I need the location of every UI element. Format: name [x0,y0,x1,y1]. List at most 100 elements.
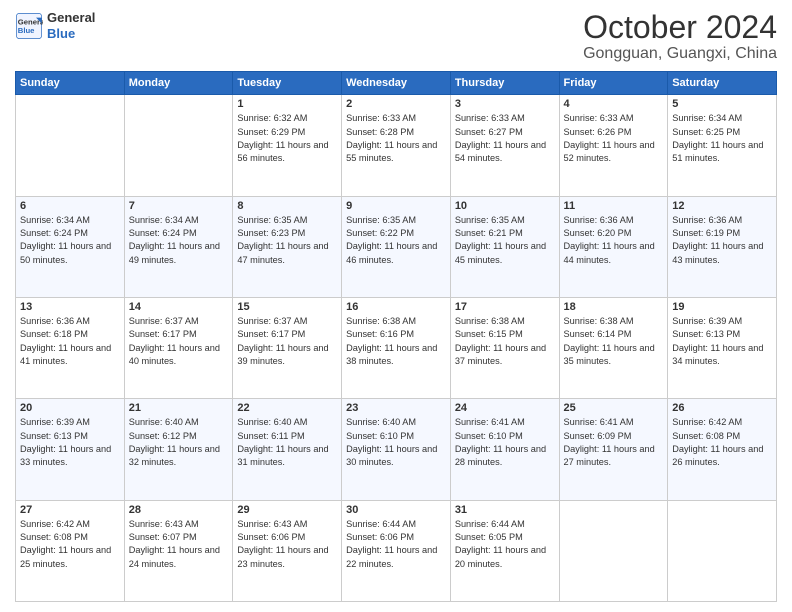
day-info: Sunrise: 6:43 AM Sunset: 6:06 PM Dayligh… [237,518,337,571]
daylight: Daylight: 11 hours and 20 minutes. [455,544,555,571]
table-row [124,95,233,196]
day-info: Sunrise: 6:44 AM Sunset: 6:05 PM Dayligh… [455,518,555,571]
sunrise: Sunrise: 6:42 AM [20,518,120,531]
daylight: Daylight: 11 hours and 50 minutes. [20,240,120,267]
day-number: 18 [564,301,664,313]
col-wednesday: Wednesday [342,72,451,95]
daylight: Daylight: 11 hours and 25 minutes. [20,544,120,571]
sunset: Sunset: 6:21 PM [455,227,555,240]
sunset: Sunset: 6:06 PM [346,531,446,544]
day-info: Sunrise: 6:33 AM Sunset: 6:28 PM Dayligh… [346,112,446,165]
day-info: Sunrise: 6:34 AM Sunset: 6:24 PM Dayligh… [129,214,229,267]
sunset: Sunset: 6:10 PM [455,430,555,443]
sunset: Sunset: 6:18 PM [20,328,120,341]
day-info: Sunrise: 6:37 AM Sunset: 6:17 PM Dayligh… [129,315,229,368]
sunset: Sunset: 6:12 PM [129,430,229,443]
daylight: Daylight: 11 hours and 35 minutes. [564,342,664,369]
day-number: 22 [237,402,337,414]
sunrise: Sunrise: 6:39 AM [672,315,772,328]
sunrise: Sunrise: 6:43 AM [129,518,229,531]
week-row-1: 1 Sunrise: 6:32 AM Sunset: 6:29 PM Dayli… [16,95,777,196]
sunrise: Sunrise: 6:35 AM [237,214,337,227]
sunset: Sunset: 6:20 PM [564,227,664,240]
daylight: Daylight: 11 hours and 26 minutes. [672,443,772,470]
daylight: Daylight: 11 hours and 27 minutes. [564,443,664,470]
daylight: Daylight: 11 hours and 31 minutes. [237,443,337,470]
sunset: Sunset: 6:27 PM [455,126,555,139]
sunset: Sunset: 6:25 PM [672,126,772,139]
day-number: 2 [346,98,446,110]
sunset: Sunset: 6:22 PM [346,227,446,240]
table-row: 30 Sunrise: 6:44 AM Sunset: 6:06 PM Dayl… [342,500,451,601]
sunrise: Sunrise: 6:36 AM [564,214,664,227]
sunset: Sunset: 6:08 PM [672,430,772,443]
table-row: 14 Sunrise: 6:37 AM Sunset: 6:17 PM Dayl… [124,297,233,398]
day-info: Sunrise: 6:42 AM Sunset: 6:08 PM Dayligh… [20,518,120,571]
col-tuesday: Tuesday [233,72,342,95]
sunrise: Sunrise: 6:42 AM [672,416,772,429]
sunset: Sunset: 6:17 PM [129,328,229,341]
day-info: Sunrise: 6:39 AM Sunset: 6:13 PM Dayligh… [20,416,120,469]
day-number: 26 [672,402,772,414]
day-info: Sunrise: 6:37 AM Sunset: 6:17 PM Dayligh… [237,315,337,368]
day-info: Sunrise: 6:35 AM Sunset: 6:22 PM Dayligh… [346,214,446,267]
month-title: October 2024 [583,10,777,45]
daylight: Daylight: 11 hours and 40 minutes. [129,342,229,369]
daylight: Daylight: 11 hours and 54 minutes. [455,139,555,166]
table-row: 19 Sunrise: 6:39 AM Sunset: 6:13 PM Dayl… [668,297,777,398]
daylight: Daylight: 11 hours and 34 minutes. [672,342,772,369]
sunset: Sunset: 6:19 PM [672,227,772,240]
day-number: 16 [346,301,446,313]
day-info: Sunrise: 6:36 AM Sunset: 6:19 PM Dayligh… [672,214,772,267]
sunset: Sunset: 6:17 PM [237,328,337,341]
day-number: 13 [20,301,120,313]
day-number: 6 [20,200,120,212]
sunrise: Sunrise: 6:41 AM [564,416,664,429]
table-row: 6 Sunrise: 6:34 AM Sunset: 6:24 PM Dayli… [16,196,125,297]
day-info: Sunrise: 6:34 AM Sunset: 6:24 PM Dayligh… [20,214,120,267]
day-number: 28 [129,504,229,516]
table-row: 24 Sunrise: 6:41 AM Sunset: 6:10 PM Dayl… [450,399,559,500]
day-info: Sunrise: 6:44 AM Sunset: 6:06 PM Dayligh… [346,518,446,571]
logo: General Blue General Blue [15,10,95,41]
svg-text:Blue: Blue [18,26,35,35]
daylight: Daylight: 11 hours and 47 minutes. [237,240,337,267]
sunrise: Sunrise: 6:36 AM [672,214,772,227]
day-info: Sunrise: 6:41 AM Sunset: 6:09 PM Dayligh… [564,416,664,469]
col-saturday: Saturday [668,72,777,95]
daylight: Daylight: 11 hours and 51 minutes. [672,139,772,166]
col-friday: Friday [559,72,668,95]
daylight: Daylight: 11 hours and 38 minutes. [346,342,446,369]
sunrise: Sunrise: 6:38 AM [455,315,555,328]
logo-line2: Blue [47,26,95,42]
sunrise: Sunrise: 6:41 AM [455,416,555,429]
sunrise: Sunrise: 6:44 AM [455,518,555,531]
day-number: 5 [672,98,772,110]
table-row: 2 Sunrise: 6:33 AM Sunset: 6:28 PM Dayli… [342,95,451,196]
sunset: Sunset: 6:28 PM [346,126,446,139]
daylight: Daylight: 11 hours and 43 minutes. [672,240,772,267]
daylight: Daylight: 11 hours and 33 minutes. [20,443,120,470]
day-info: Sunrise: 6:43 AM Sunset: 6:07 PM Dayligh… [129,518,229,571]
sunrise: Sunrise: 6:34 AM [672,112,772,125]
sunset: Sunset: 6:23 PM [237,227,337,240]
header-row: Sunday Monday Tuesday Wednesday Thursday… [16,72,777,95]
day-number: 12 [672,200,772,212]
sunrise: Sunrise: 6:40 AM [129,416,229,429]
daylight: Daylight: 11 hours and 22 minutes. [346,544,446,571]
table-row [16,95,125,196]
daylight: Daylight: 11 hours and 32 minutes. [129,443,229,470]
table-row: 9 Sunrise: 6:35 AM Sunset: 6:22 PM Dayli… [342,196,451,297]
table-row: 26 Sunrise: 6:42 AM Sunset: 6:08 PM Dayl… [668,399,777,500]
logo-line1: General [47,10,95,26]
logo-icon: General Blue [15,12,43,40]
daylight: Daylight: 11 hours and 37 minutes. [455,342,555,369]
day-number: 14 [129,301,229,313]
week-row-3: 13 Sunrise: 6:36 AM Sunset: 6:18 PM Dayl… [16,297,777,398]
day-number: 27 [20,504,120,516]
table-row: 12 Sunrise: 6:36 AM Sunset: 6:19 PM Dayl… [668,196,777,297]
day-info: Sunrise: 6:34 AM Sunset: 6:25 PM Dayligh… [672,112,772,165]
table-row [559,500,668,601]
table-row: 20 Sunrise: 6:39 AM Sunset: 6:13 PM Dayl… [16,399,125,500]
daylight: Daylight: 11 hours and 44 minutes. [564,240,664,267]
